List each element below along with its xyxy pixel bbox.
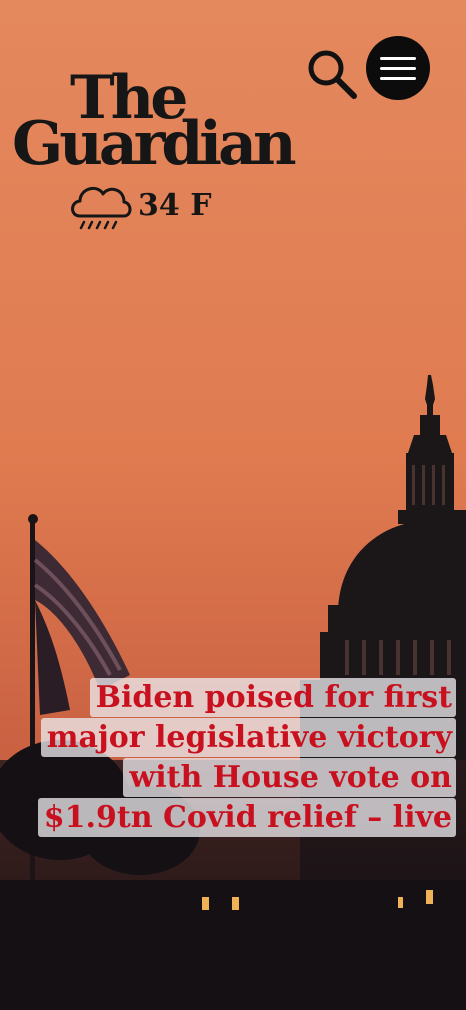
hero-headline: Biden poised for first major legislative… (37, 678, 456, 837)
weather-widget[interactable]: 34 F (68, 176, 212, 240)
menu-button[interactable] (366, 36, 430, 100)
hamburger-menu-icon (380, 56, 416, 60)
logo-line-guardian: Guardian (12, 109, 297, 179)
search-icon (302, 50, 362, 108)
weather-temperature: 34 F (138, 187, 212, 223)
rain-cloud-icon (68, 176, 134, 240)
search-button[interactable] (302, 44, 362, 104)
hamburger-menu-icon (380, 66, 416, 70)
hamburger-menu-icon (380, 76, 416, 80)
hero-headline-link[interactable]: Biden poised for first major legislative… (16, 678, 456, 838)
